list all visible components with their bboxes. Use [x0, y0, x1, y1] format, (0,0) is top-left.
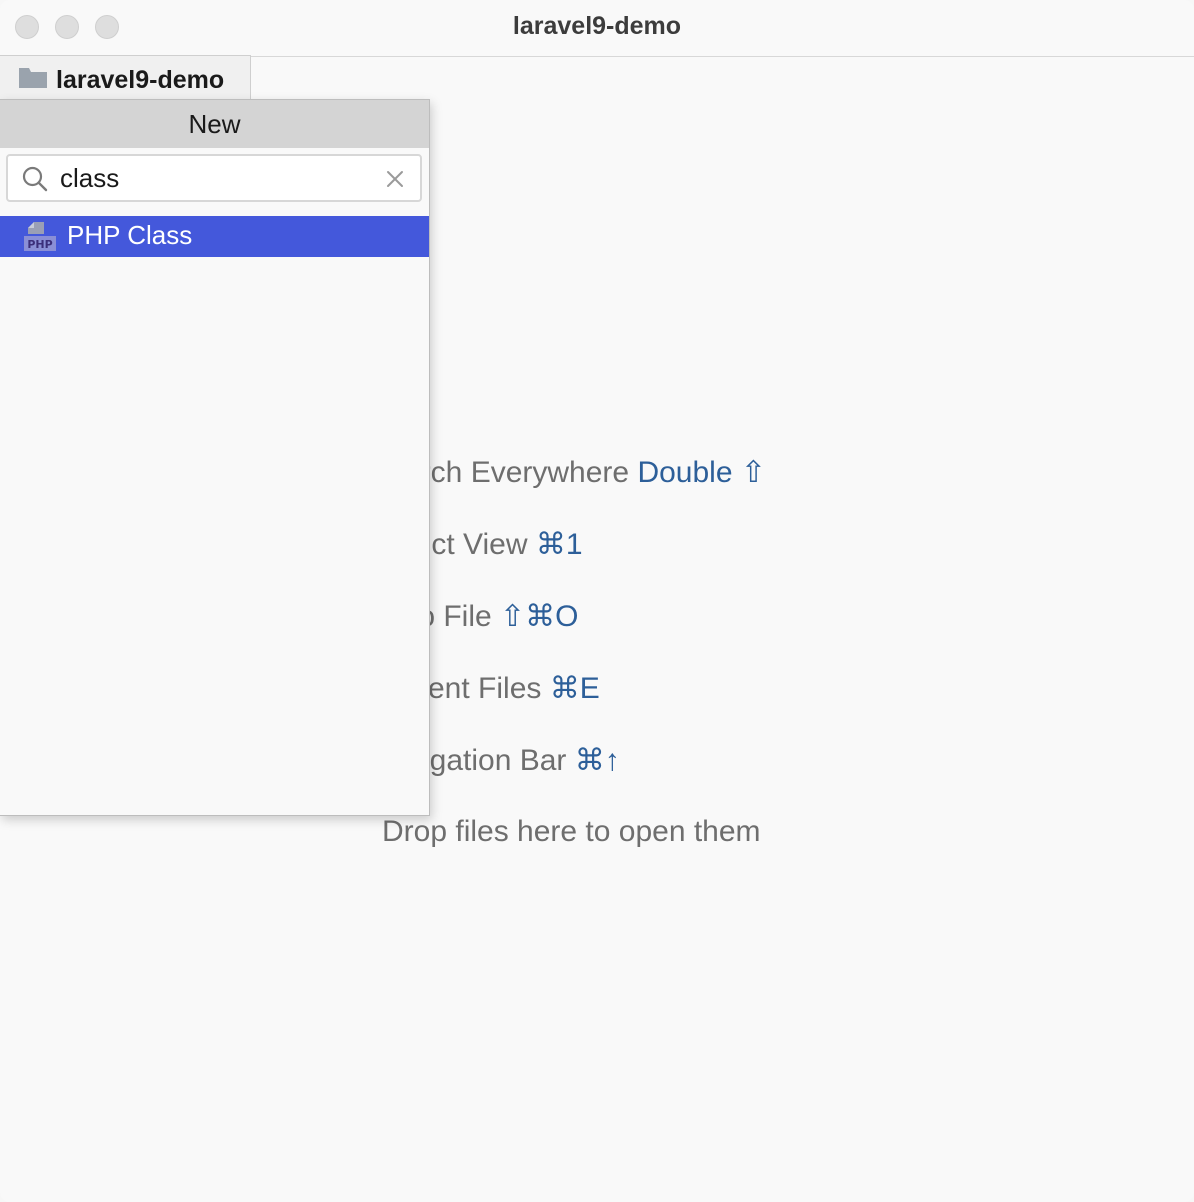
- result-item-php-class[interactable]: PHP PHP Class: [0, 216, 429, 257]
- hint-drop-files: Drop files here to open them: [382, 815, 761, 848]
- popup-title: New: [188, 109, 241, 139]
- hint-go-to-file: to File ⇧⌘O: [410, 600, 579, 633]
- project-name: laravel9-demo: [56, 66, 225, 94]
- project-breadcrumb[interactable]: laravel9-demo: [0, 55, 251, 101]
- search-icon: [22, 166, 48, 192]
- folder-icon: [19, 68, 47, 88]
- shortcut-label: Double ⇧: [637, 456, 766, 489]
- shortcut-label: ⌘E: [549, 672, 600, 705]
- ide-window: laravel9-demo laravel9-demo arch Everywh…: [0, 0, 1194, 1202]
- window-title: laravel9-demo: [512, 12, 682, 40]
- title-bar: laravel9-demo: [0, 0, 1194, 57]
- php-icon: PHP: [24, 222, 56, 251]
- new-file-popup: New PHP PHP Class: [0, 99, 430, 816]
- hint-search-everywhere: arch Everywhere Double ⇧: [404, 456, 766, 489]
- shortcut-label: ⌘↑: [574, 744, 620, 777]
- shortcut-label: ⇧⌘O: [500, 600, 579, 633]
- search-input[interactable]: [60, 162, 370, 194]
- popup-header: New: [0, 100, 429, 148]
- svg-text:PHP: PHP: [27, 238, 52, 251]
- shortcut-label: ⌘1: [535, 528, 583, 561]
- hint-recent-files: cent Files ⌘E: [413, 672, 600, 705]
- clear-icon[interactable]: [384, 168, 406, 190]
- hint-navigation-bar: vigation Bar ⌘↑: [408, 744, 620, 777]
- search-field[interactable]: [6, 154, 422, 202]
- result-label: PHP Class: [67, 220, 193, 250]
- hint-project-view: ject View ⌘1: [408, 528, 583, 561]
